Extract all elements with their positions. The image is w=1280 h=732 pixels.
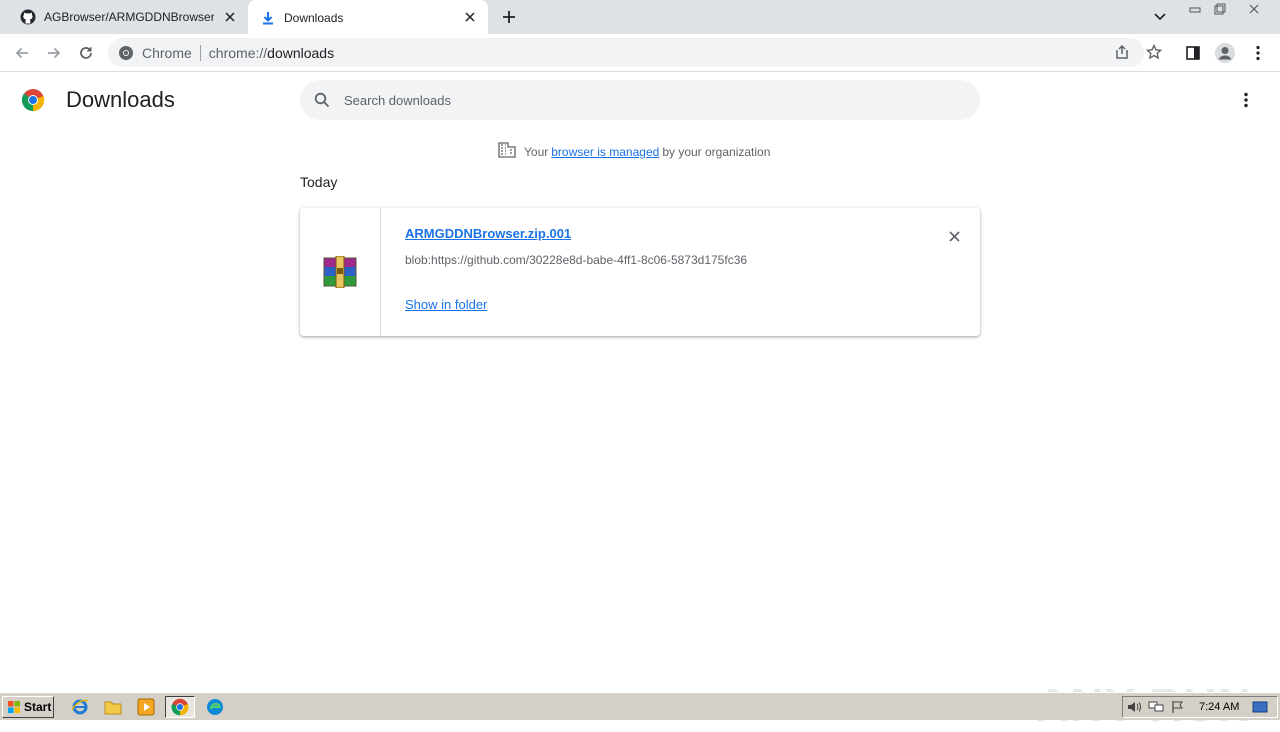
chrome-menu-button[interactable] <box>1245 40 1271 66</box>
divider <box>199 44 201 61</box>
chrome-chip: Chrome <box>142 44 192 61</box>
tab-strip: AGBrowser/ARMGDDNBrowser.zip.001 Downloa… <box>0 0 1280 35</box>
download-item: ARMGDDNBrowser.zip.001 blob:https://gith… <box>300 208 980 336</box>
close-icon[interactable] <box>462 9 478 25</box>
winrar-archive-icon <box>323 256 357 288</box>
network-icon[interactable] <box>1145 698 1167 716</box>
managed-suffix: by your organization <box>662 144 771 159</box>
plus-icon <box>503 11 515 23</box>
downloads-menu-button[interactable] <box>1236 90 1256 110</box>
reload-icon <box>80 47 92 59</box>
browser-toolbar: Chrome chrome://downloads <box>0 34 1280 72</box>
tab-search-button[interactable] <box>1150 8 1170 26</box>
share-button[interactable] <box>1112 42 1132 62</box>
tab-title: Downloads <box>284 10 344 25</box>
side-panel-icon <box>1186 46 1200 60</box>
file-icon-column <box>300 208 381 336</box>
arrow-right-icon <box>48 47 61 59</box>
volume-icon[interactable] <box>1123 698 1145 716</box>
explorer-taskbar-button[interactable] <box>101 696 125 718</box>
url-host: downloads <box>267 44 335 61</box>
bookmark-button[interactable] <box>1144 42 1164 62</box>
minimize-icon <box>1189 7 1201 13</box>
close-icon <box>1249 4 1259 14</box>
tab-title: AGBrowser/ARMGDDNBrowser.zip.001 <box>44 10 214 24</box>
chrome-logo-icon <box>21 88 45 112</box>
downloads-page: Downloads Your browser is managed by you… <box>0 72 1280 731</box>
tab-github[interactable]: AGBrowser/ARMGDDNBrowser.zip.001 <box>8 0 248 34</box>
search-box[interactable] <box>300 80 980 120</box>
managed-prefix: Your <box>524 144 549 159</box>
tab-downloads[interactable]: Downloads <box>248 0 488 35</box>
flag-icon[interactable] <box>1167 698 1189 716</box>
close-icon <box>948 230 960 242</box>
arrow-left-icon <box>15 47 28 59</box>
restore-button[interactable] <box>1208 1 1232 17</box>
star-icon <box>1146 44 1162 60</box>
new-tab-button[interactable] <box>498 6 520 28</box>
browser-managed-link[interactable]: browser is managed <box>551 145 659 159</box>
chrome-icon <box>171 698 189 716</box>
date-header: Today <box>300 174 338 190</box>
building-icon <box>498 142 516 161</box>
profile-button[interactable] <box>1212 40 1238 66</box>
page-title: Downloads <box>66 87 175 112</box>
system-tray: 7:24 AM <box>1122 696 1278 718</box>
internet-explorer-icon <box>71 699 89 715</box>
folder-icon <box>104 701 122 715</box>
github-icon <box>20 9 36 25</box>
show-in-folder-link[interactable]: Show in folder <box>405 297 487 312</box>
chevron-down-icon <box>1154 13 1166 21</box>
clock: 7:24 AM <box>1199 701 1240 713</box>
kebab-menu-icon <box>1244 92 1248 108</box>
chrome-taskbar-button[interactable] <box>165 696 195 718</box>
start-button[interactable]: Start <box>2 696 54 718</box>
restore-icon <box>1214 3 1226 15</box>
ie-taskbar-button[interactable] <box>68 696 92 718</box>
file-source-url: blob:https://github.com/30228e8d-babe-4f… <box>405 253 748 267</box>
forward-button[interactable] <box>41 40 67 66</box>
url-scheme: chrome:// <box>208 44 268 61</box>
media-player-icon <box>137 698 155 716</box>
file-name-link[interactable]: ARMGDDNBrowser.zip.001 <box>405 226 571 241</box>
share-icon <box>1116 44 1128 59</box>
managed-notice: Your browser is managed by your organiza… <box>498 142 770 161</box>
close-icon[interactable] <box>222 9 238 25</box>
close-window-button[interactable] <box>1242 1 1266 17</box>
windows-logo-icon <box>8 701 20 713</box>
media-player-taskbar-button[interactable] <box>134 696 158 718</box>
address-bar[interactable]: Chrome chrome://downloads <box>108 38 1144 67</box>
edge-taskbar-button[interactable] <box>203 696 227 718</box>
download-icon <box>260 10 276 26</box>
reload-button[interactable] <box>73 40 99 66</box>
search-input[interactable] <box>344 92 944 108</box>
side-panel-button[interactable] <box>1180 40 1206 66</box>
start-label: Start <box>24 700 52 714</box>
remove-download-button[interactable] <box>944 226 964 246</box>
search-icon <box>314 92 330 108</box>
avatar-icon <box>1215 43 1235 63</box>
edge-icon <box>207 699 223 715</box>
kebab-menu-icon <box>1256 45 1260 61</box>
back-button[interactable] <box>9 40 35 66</box>
taskbar: Start 7:24 AM <box>0 692 1280 720</box>
chrome-icon <box>119 45 133 60</box>
minimize-button[interactable] <box>1183 1 1207 17</box>
show-desktop-icon[interactable] <box>1249 698 1271 716</box>
